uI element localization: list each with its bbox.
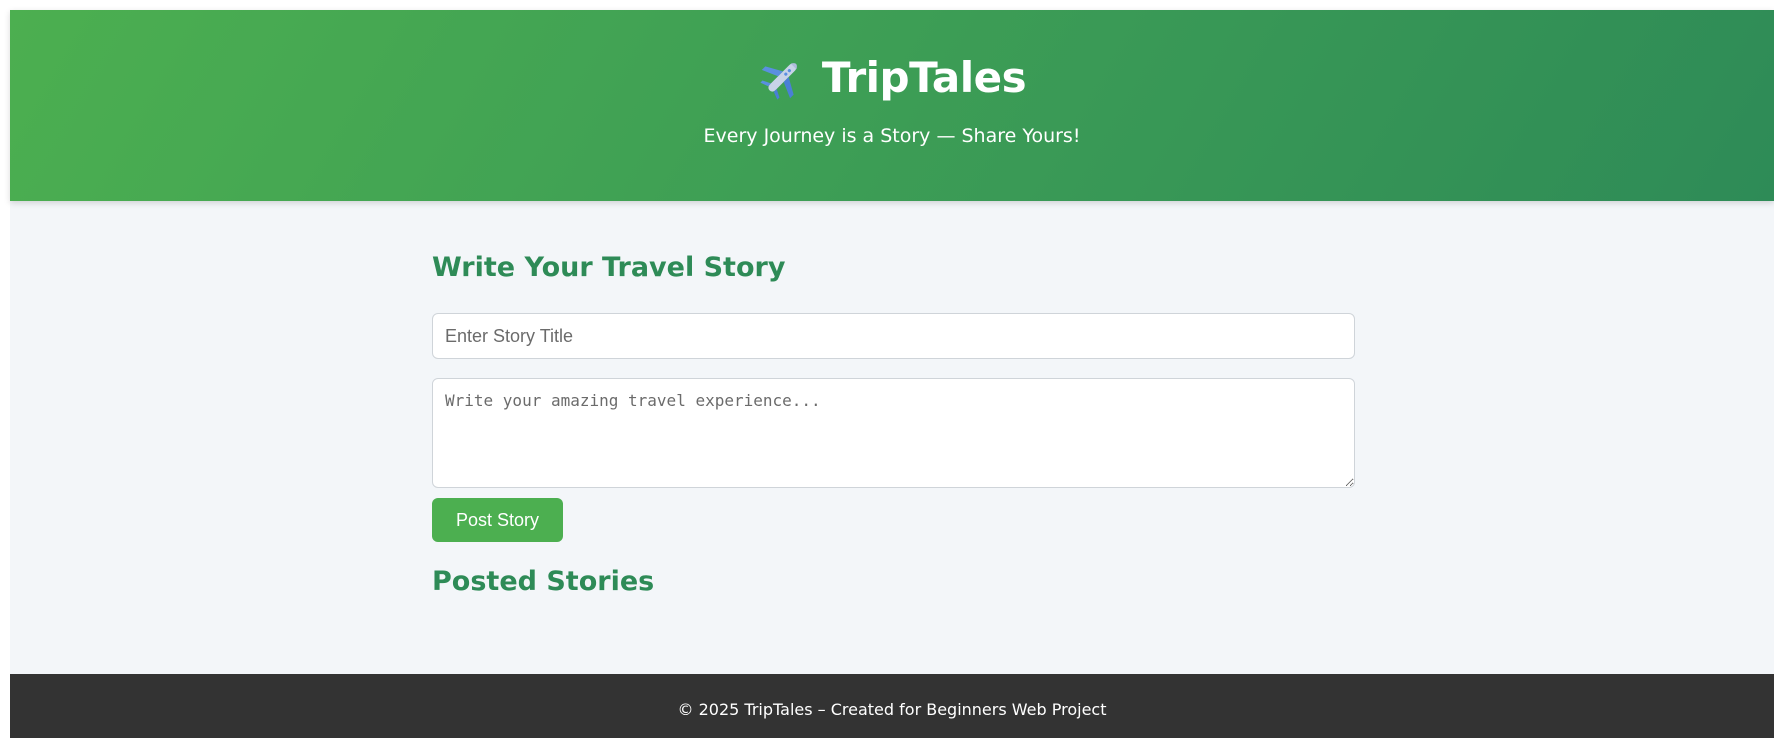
site-header: TripTales Every Journey is a Story — Sha… xyxy=(10,10,1774,201)
story-content-textarea[interactable] xyxy=(432,378,1355,488)
write-story-heading: Write Your Travel Story xyxy=(432,252,786,283)
footer-copyright: © 2025 TripTales – Created for Beginners… xyxy=(677,700,1107,719)
site-footer: © 2025 TripTales – Created for Beginners… xyxy=(10,674,1774,738)
story-title-input[interactable] xyxy=(432,313,1355,359)
site-title: TripTales xyxy=(821,53,1027,102)
story-form-section: Write Your Travel Story Post Story Poste… xyxy=(432,250,1355,597)
page: TripTales Every Journey is a Story — Sha… xyxy=(10,10,1774,738)
site-brand: TripTales xyxy=(10,50,1774,106)
airplane-icon xyxy=(758,52,808,102)
site-tagline: Every Journey is a Story — Share Yours! xyxy=(703,125,1081,147)
posted-stories-heading: Posted Stories xyxy=(432,566,655,597)
post-story-button[interactable]: Post Story xyxy=(432,498,563,542)
